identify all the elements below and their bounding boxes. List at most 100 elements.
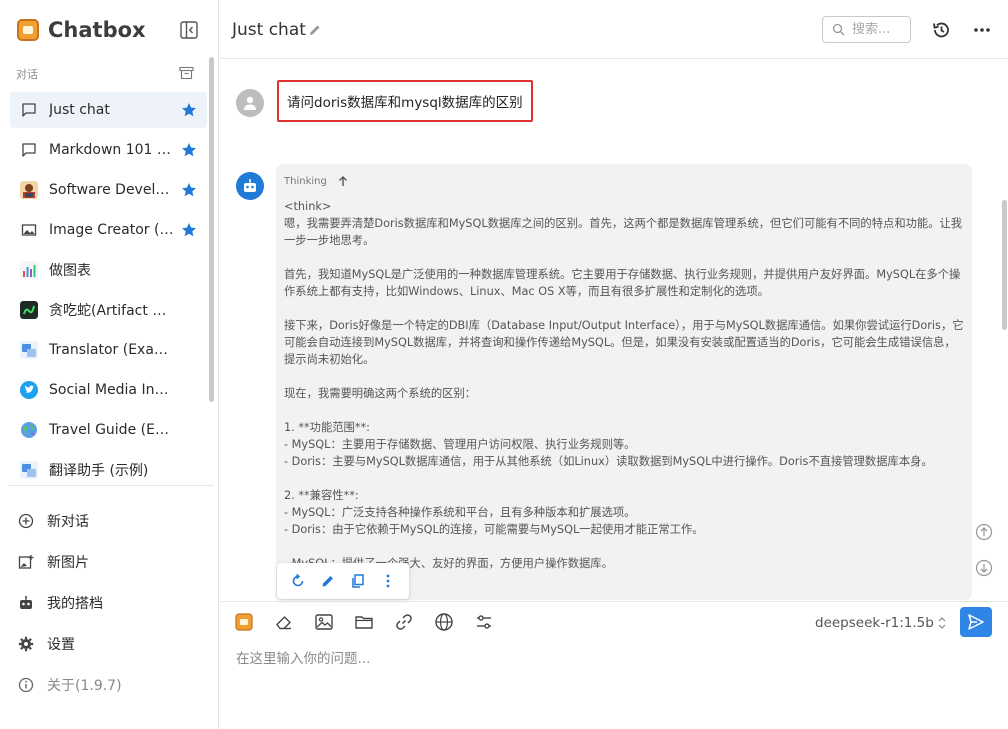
history-icon[interactable]	[931, 20, 951, 40]
gear-icon	[18, 636, 34, 652]
more-options-icon[interactable]	[972, 20, 992, 40]
about-button[interactable]: 关于(1.9.7)	[18, 664, 208, 705]
conversation-label: Social Media Influencer (Example)	[49, 382, 175, 398]
regenerate-icon[interactable]	[290, 573, 306, 589]
chat-header: Just chat	[220, 0, 1008, 59]
twitter-avatar-icon	[20, 381, 38, 399]
conversation-item[interactable]: Social Media Influencer (Example)	[10, 372, 207, 408]
edit-title-icon[interactable]	[308, 23, 322, 37]
chat-scrollbar[interactable]	[1002, 200, 1007, 330]
sidebar-divider	[8, 485, 214, 486]
thinking-content: <think> 嗯，我需要弄清楚Doris数据库和MySQL数据库之间的区别。首…	[284, 198, 964, 572]
menu-label: 我的搭档	[47, 595, 103, 612]
plus-circle-icon	[18, 513, 34, 529]
composer: deepseek-r1:1.5b	[220, 601, 1008, 729]
person-icon	[244, 96, 256, 110]
sidebar-menu: 新对话 新图片 我的搭档 设置 关于(1.9.7)	[18, 500, 208, 705]
add-image-icon	[18, 554, 34, 570]
menu-label: 新图片	[47, 554, 89, 571]
edit-icon[interactable]	[320, 573, 336, 589]
model-selector[interactable]: deepseek-r1:1.5b	[815, 615, 947, 631]
message-toolbar	[277, 563, 409, 599]
conversation-label: 做图表	[49, 263, 91, 279]
star-icon[interactable]	[181, 182, 197, 198]
conversation-label: Markdown 101 (Example)	[49, 142, 175, 158]
image-icon	[20, 221, 38, 239]
model-name: deepseek-r1:1.5b	[815, 615, 934, 631]
chatbox-window: Chatbox 对话 Just chat Markdown 101 (E Sof…	[0, 0, 1008, 729]
copy-icon[interactable]	[350, 573, 366, 589]
settings-button[interactable]: 设置	[18, 623, 208, 664]
chat-bubble-icon	[20, 141, 38, 159]
star-icon[interactable]	[181, 102, 197, 118]
conversation-item[interactable]: 翻译助手 (示例)	[10, 452, 207, 488]
link-icon[interactable]	[394, 612, 414, 632]
eraser-icon[interactable]	[274, 612, 294, 632]
thinking-label: Thinking	[284, 175, 327, 187]
conversation-label: Translator (Example)	[49, 342, 175, 358]
conversation-item[interactable]: Markdown 101 (Example)	[10, 132, 207, 168]
image-upload-icon[interactable]	[314, 612, 334, 632]
my-copilots-button[interactable]: 我的搭档	[18, 582, 208, 623]
archive-icon[interactable]	[179, 66, 194, 80]
thinking-paragraph: 1. **功能范围**: - MySQL：主要用于存储数据、管理用户访问权限、执…	[284, 421, 933, 468]
star-icon[interactable]	[181, 222, 197, 238]
snake-avatar-icon	[20, 301, 38, 319]
developer-avatar-icon	[20, 181, 38, 199]
assistant-message: Thinking <think> 嗯，我需要弄清楚Doris数据库和MySQL数…	[276, 164, 972, 600]
menu-label: 设置	[47, 636, 75, 653]
send-button[interactable]	[960, 607, 992, 637]
chat-title: Just chat	[232, 20, 306, 40]
chatbox-model-icon[interactable]	[234, 612, 254, 632]
conversation-item[interactable]: 做图表	[10, 252, 207, 288]
new-chat-button[interactable]: 新对话	[18, 500, 208, 541]
search-icon	[832, 23, 845, 36]
web-browsing-icon[interactable]	[434, 612, 454, 632]
user-message: 请问doris数据库和mysql数据库的区别	[277, 80, 533, 122]
conversation-label: Just chat	[49, 102, 110, 118]
conversations-section-label: 对话	[16, 68, 38, 81]
chart-avatar-icon	[20, 261, 38, 279]
search-box[interactable]	[822, 16, 911, 43]
conversation-item[interactable]: 贪吃蛇(Artifact Example)	[10, 292, 207, 328]
chat-bubble-icon	[20, 101, 38, 119]
star-icon[interactable]	[181, 142, 197, 158]
composer-toolbar	[234, 612, 514, 632]
chatbox-logo-icon	[17, 19, 39, 41]
conversation-label: Software Developer (Example)	[49, 182, 175, 198]
folder-icon[interactable]	[354, 612, 374, 632]
conversation-label: 翻译助手 (示例)	[49, 463, 149, 479]
sidebar: Chatbox 对话 Just chat Markdown 101 (E Sof…	[0, 0, 219, 729]
robot-icon	[244, 179, 256, 192]
thinking-paragraph: 首先，我知道MySQL是广泛使用的一种数据库管理系统。它主要用于存储数据、执行业…	[284, 268, 961, 298]
thinking-paragraph: 2. **兼容性**: - MySQL：广泛支持各种操作系统和平台，且有多种版本…	[284, 489, 704, 536]
arrow-up-icon	[338, 176, 347, 186]
thinking-toggle[interactable]: Thinking	[284, 174, 349, 188]
conversation-label: 贪吃蛇(Artifact Example)	[49, 303, 175, 319]
search-input[interactable]	[852, 22, 908, 37]
conversation-label: Travel Guide (Example)	[49, 422, 175, 438]
info-icon	[18, 677, 34, 693]
send-icon	[968, 614, 984, 630]
conversation-item[interactable]: Travel Guide (Example)	[10, 412, 207, 448]
app-title: Chatbox	[48, 18, 146, 42]
new-image-button[interactable]: 新图片	[18, 541, 208, 582]
robot-icon	[18, 595, 34, 611]
thinking-paragraph: 现在，我需要明确这两个系统的区别：	[284, 387, 477, 400]
translate-avatar-icon	[20, 461, 38, 479]
conversation-label: Image Creator (Example)	[49, 222, 175, 238]
thinking-paragraph: <think> 嗯，我需要弄清楚Doris数据库和MySQL数据库之间的区别。首…	[284, 200, 963, 247]
conversation-item[interactable]: Image Creator (Example)	[10, 212, 207, 248]
sidebar-scrollbar[interactable]	[209, 57, 214, 402]
collapse-sidebar-icon[interactable]	[180, 21, 198, 39]
conversation-item[interactable]: Translator (Example)	[10, 332, 207, 368]
more-vertical-icon[interactable]	[380, 573, 396, 589]
menu-label: 新对话	[47, 513, 89, 530]
settings-sliders-icon[interactable]	[474, 612, 494, 632]
conversation-item[interactable]: Just chat	[10, 92, 207, 128]
conversation-item[interactable]: Software Developer (Example)	[10, 172, 207, 208]
message-input[interactable]	[236, 648, 986, 670]
scroll-to-top-icon[interactable]	[975, 523, 993, 541]
user-avatar	[236, 89, 264, 117]
scroll-to-bottom-icon[interactable]	[975, 559, 993, 577]
